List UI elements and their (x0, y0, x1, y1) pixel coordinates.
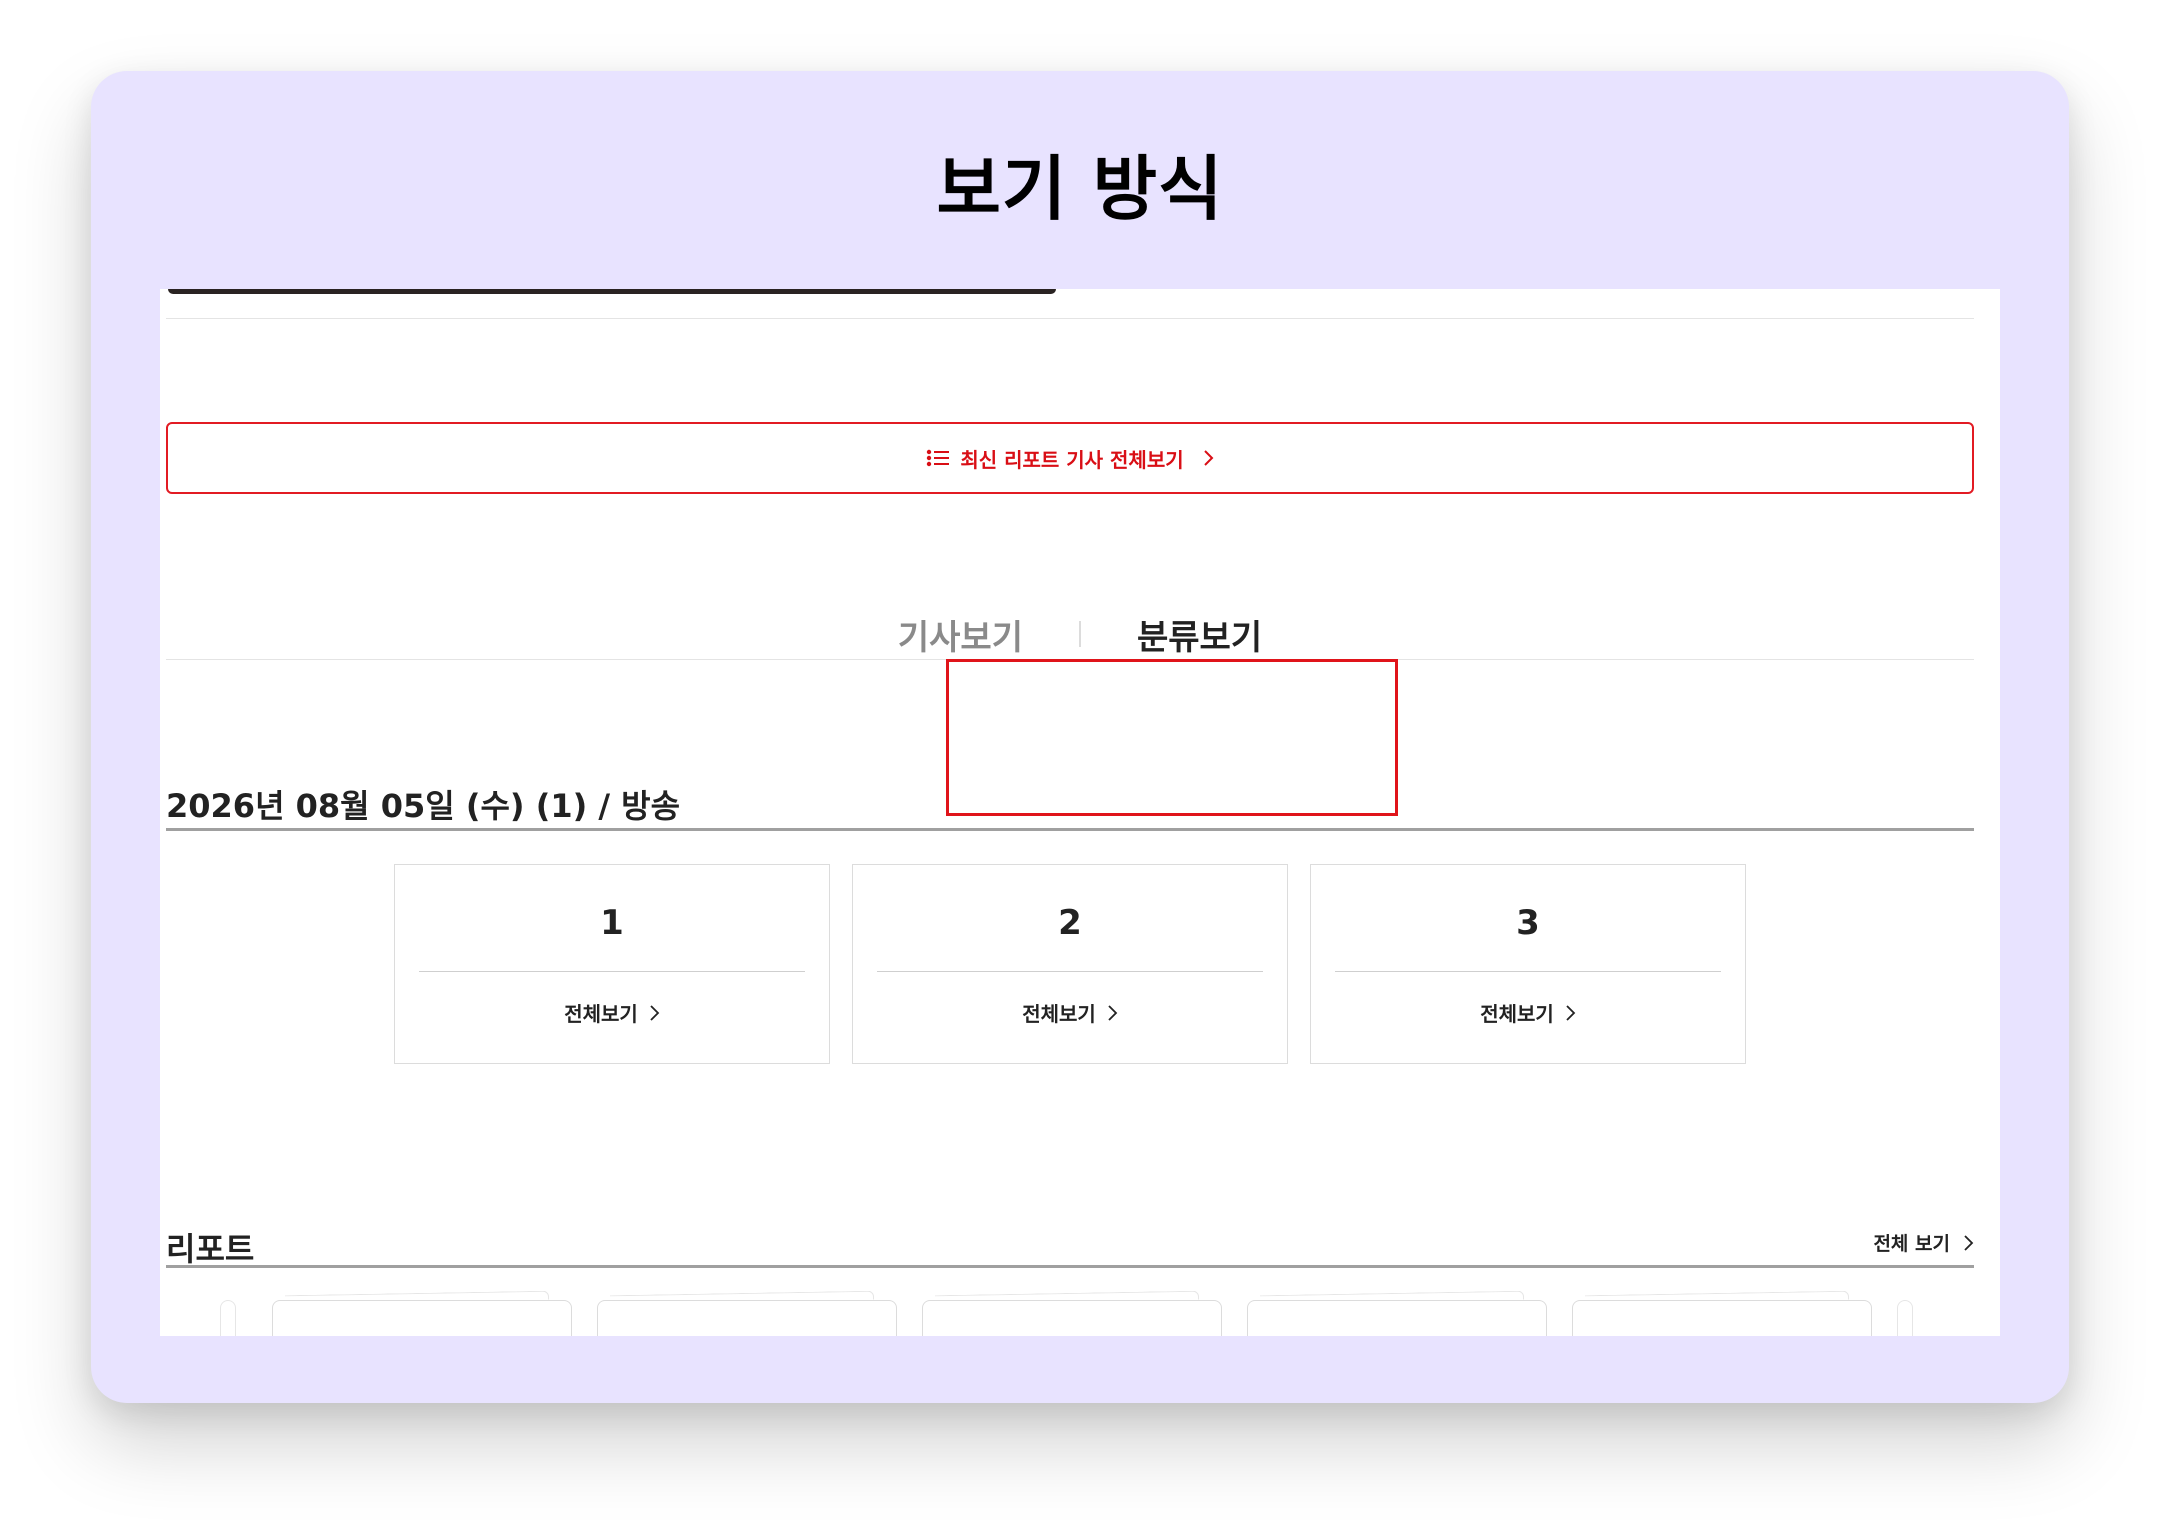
category-number: 2 (1058, 903, 1082, 943)
card-divider (419, 971, 805, 972)
report-view-all-label: 전체 보기 (1873, 1233, 1950, 1255)
report-thumbnail[interactable] (1247, 1300, 1547, 1336)
category-number: 1 (600, 903, 624, 943)
category-view-all-label: 전체보기 (1022, 1002, 1096, 1026)
tab-category-view[interactable]: 분류보기 (1081, 610, 1318, 659)
view-mode-tabs: 기사보기 분류보기 (160, 609, 2000, 659)
report-thumbnail[interactable] (272, 1300, 572, 1336)
frame-title: 보기 방식 (936, 148, 1224, 230)
date-heading: 2026년 08월 05일 (수) (1) / 방송 (166, 787, 681, 825)
category-cards: 1 전체보기 2 전체보기 3 전체보기 (394, 864, 1746, 1064)
latest-report-all-label: 최신 리포트 기사 전체보기 (960, 447, 1184, 472)
report-thumbnail-row (160, 1292, 2000, 1336)
report-thumbnail[interactable] (922, 1300, 1222, 1336)
category-view-all-link[interactable]: 전체보기 (564, 998, 660, 1027)
category-view-all-link[interactable]: 전체보기 (1480, 998, 1576, 1027)
report-thumbnail[interactable] (1572, 1300, 1872, 1336)
report-section-title: 리포트 (166, 1230, 255, 1268)
report-view-all-link[interactable]: 전체 보기 (1873, 1229, 1974, 1256)
category-number: 3 (1516, 903, 1540, 943)
chevron-right-icon (1108, 1004, 1118, 1021)
category-card: 3 전체보기 (1310, 864, 1746, 1064)
report-thumbnail[interactable] (597, 1300, 897, 1336)
card-divider (1335, 971, 1721, 972)
page-content: 최신 리포트 기사 전체보기 기사보기 분류보기 2026년 08월 05일 (… (160, 289, 2000, 1336)
category-view-all-label: 전체보기 (1480, 1002, 1554, 1026)
category-card: 1 전체보기 (394, 864, 830, 1064)
chevron-right-icon (1566, 1004, 1576, 1021)
presentation-frame: 보기 방식 최신 리포트 기사 전체보기 기사보기 분류보기 2026년 08월… (91, 71, 2069, 1403)
section-divider (166, 1265, 1974, 1268)
tab-article-view[interactable]: 기사보기 (842, 610, 1079, 659)
chevron-right-icon (1964, 1234, 1974, 1251)
report-thumbnail-partial[interactable] (220, 1300, 236, 1336)
section-divider (166, 828, 1974, 831)
chevron-right-icon (1203, 450, 1214, 466)
chevron-right-icon (650, 1004, 660, 1021)
latest-report-all-button[interactable]: 최신 리포트 기사 전체보기 (166, 422, 1974, 494)
category-card: 2 전체보기 (852, 864, 1288, 1064)
divider (166, 318, 1974, 319)
card-divider (877, 971, 1263, 972)
list-icon (927, 449, 950, 467)
article-image-bottom-edge (168, 289, 1056, 294)
category-view-all-label: 전체보기 (564, 1002, 638, 1026)
report-thumbnail-partial[interactable] (1897, 1300, 1913, 1336)
view-mode-highlight-box (946, 659, 1398, 816)
category-view-all-link[interactable]: 전체보기 (1022, 998, 1118, 1027)
